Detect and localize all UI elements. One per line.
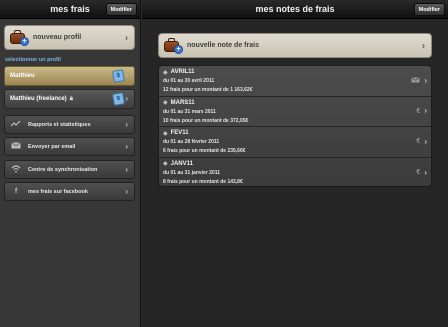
menu-email-label: Envoyer par email [28, 143, 76, 150]
briefcase-add-icon: + [164, 37, 183, 54]
lock-icon: 🔒︎ [69, 95, 73, 102]
note-name: AVRIL11 [170, 69, 195, 75]
notes-pane: mes notes de frais Modifier + nouvelle n… [142, 0, 448, 327]
note-item[interactable]: ◆ FEV11 du 01 au 28 février 2011 6 frais … [159, 127, 431, 158]
mail-icon [10, 142, 22, 151]
chevron-right-icon: › [125, 71, 128, 80]
menu-reports-label: Rapports et statistiques [28, 121, 91, 128]
note-range: du 01 au 28 février 2011 [163, 139, 220, 145]
menu-email[interactable]: Envoyer par email › [4, 137, 135, 156]
left-edit-button[interactable]: Modifier [105, 3, 137, 16]
profile-item[interactable]: Matthieu $ › [4, 66, 135, 86]
note-range: du 01 au 30 avril 2011 [163, 78, 215, 84]
tag-icon: ◆ [163, 130, 168, 137]
expense-ticket-icon: $ [112, 92, 125, 106]
profile-name: Matthieu (freelance) [10, 96, 67, 102]
chevron-right-icon: › [125, 94, 128, 103]
menu-reports[interactable]: Rapports et statistiques › [4, 115, 135, 134]
note-item[interactable]: ◆ JANV11 du 01 au 31 janvier 2011 8 frais… [159, 158, 431, 187]
tag-icon: ◆ [163, 100, 168, 106]
new-profile-label: nouveau profil [33, 34, 82, 41]
note-summary: 8 frais pour un montant de 143,8€ [163, 178, 243, 185]
note-item[interactable]: ◆ AVRIL11 du 01 au 30 avril 2011 12 frais… [159, 66, 431, 97]
note-name: FEV11 [170, 130, 189, 136]
note-name: JANV11 [170, 160, 193, 167]
left-title: mes frais [50, 4, 90, 14]
new-profile-button[interactable]: + nouveau profil › [4, 25, 135, 50]
notes-list: ◆ AVRIL11 du 01 au 30 avril 2011 12 frais… [158, 65, 432, 187]
select-profile-heading: sélectionner un profil [5, 57, 61, 63]
note-item[interactable]: ◆ MARS11 du 01 au 31 mars 2011 10 frais p… [159, 97, 431, 127]
chart-icon [10, 120, 22, 129]
facebook-icon: f [14, 188, 18, 195]
chevron-right-icon: › [422, 40, 425, 50]
wifi-icon [10, 164, 22, 175]
left-toolbar: mes frais Modifier [0, 0, 140, 19]
note-range: du 01 au 31 mars 2011 [163, 108, 216, 115]
menu-sync-label: Centre de synchronisation [28, 166, 98, 173]
right-toolbar: mes notes de frais Modifier [142, 0, 448, 19]
profile-name: Matthieu [10, 73, 35, 79]
new-note-label: nouvelle note de frais [187, 42, 259, 49]
chevron-right-icon: › [125, 119, 128, 129]
menu-sync[interactable]: Centre de synchronisation › [4, 160, 135, 179]
menu-facebook-label: mes frais sur facebook [28, 188, 88, 195]
euro-icon: € [416, 107, 421, 115]
euro-icon: € [416, 138, 421, 146]
new-note-button[interactable]: + nouvelle note de frais › [158, 33, 432, 58]
right-title: mes notes de frais [255, 4, 335, 14]
euro-icon: € [416, 169, 421, 177]
chevron-right-icon: › [424, 136, 427, 146]
right-edit-button[interactable]: Modifier [413, 3, 445, 16]
chevron-right-icon: › [125, 164, 128, 174]
mail-sent-icon [411, 76, 421, 85]
profiles-pane: mes frais Modifier + nouveau profil › sé… [0, 0, 141, 327]
tag-icon: ◆ [163, 161, 168, 167]
tag-icon: ◆ [163, 69, 168, 76]
note-summary: 10 frais pour un montant de 372,05€ [163, 117, 249, 124]
menu-facebook[interactable]: f mes frais sur facebook › [4, 182, 135, 201]
expense-ticket-icon: $ [112, 69, 125, 83]
profile-item[interactable]: Matthieu (freelance) 🔒︎ $ › [4, 89, 135, 109]
note-range: du 01 au 31 janvier 2011 [163, 169, 220, 176]
note-name: MARS11 [170, 99, 195, 106]
chevron-right-icon: › [125, 32, 128, 42]
briefcase-add-icon: + [10, 29, 29, 46]
note-summary: 12 frais pour un montant de 1 163,62€ [163, 87, 253, 93]
chevron-right-icon: › [424, 106, 427, 116]
chevron-right-icon: › [125, 186, 128, 196]
chevron-right-icon: › [125, 141, 128, 151]
chevron-right-icon: › [424, 75, 427, 85]
note-summary: 6 frais pour un montant de 235,66€ [163, 148, 246, 154]
chevron-right-icon: › [424, 167, 427, 177]
